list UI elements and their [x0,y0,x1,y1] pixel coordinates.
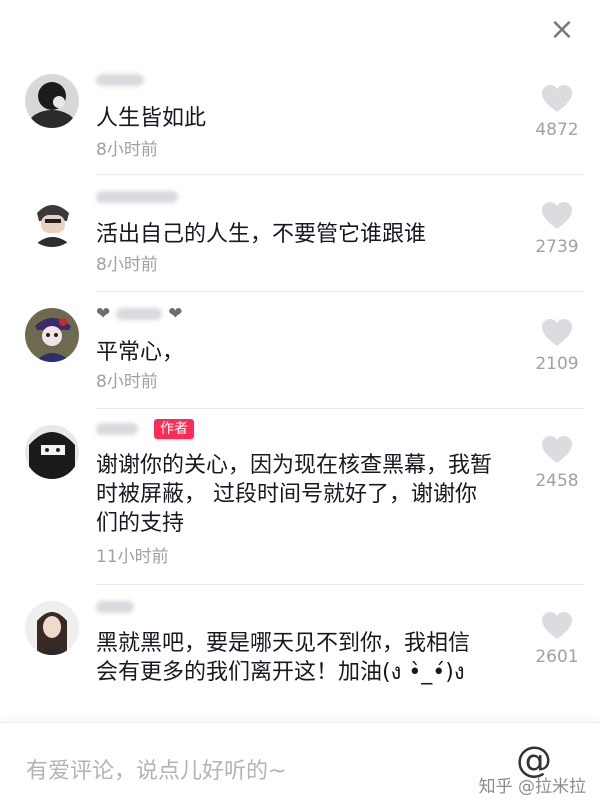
like-button[interactable]: 2458 [532,435,582,491]
like-count: 4872 [535,120,579,140]
username[interactable] [96,597,134,617]
avatar-image [25,193,79,247]
username[interactable]: 作者 [96,419,194,439]
like-count: 2739 [535,237,579,257]
comment-input[interactable]: 有爱评论，说点儿好听的~ [26,753,286,785]
comment-text: 活出自己的人生，不要管它谁跟谁 [96,222,427,247]
like-count: 2109 [535,354,579,374]
like-button[interactable]: 4872 [532,84,582,140]
username-blurred [96,74,144,86]
heart-icon [542,85,572,112]
comment-time: 11小时前 [96,547,169,567]
comment-item: 作者 谢谢你的关心，因为现在核查黑幕，我暂时被屏蔽， 过段时间号就好了，谢谢你们… [0,409,600,585]
username-heart-icon: ❤ [96,303,111,324]
username[interactable] [96,187,178,207]
username-heart-icon: ❤ [168,303,183,324]
username-blurred [96,601,134,613]
username-blurred [96,191,178,203]
comment-item: 活出自己的人生，不要管它谁跟谁 8小时前 2739 [0,175,600,292]
comment-item: ❤ ❤ 平常心， 8小时前 2109 [0,292,600,409]
comment-input-bar: 有爱评论，说点儿好听的~ @ 知乎 @拉米拉 [0,722,600,807]
comment-time: 8小时前 [96,140,158,160]
comment-item: 人生皆如此 8小时前 4872 [0,58,600,175]
heart-icon [542,612,572,639]
author-badge: 作者 [154,419,194,439]
like-count: 2458 [535,471,579,491]
avatar-image [25,601,79,655]
avatar[interactable] [25,601,79,655]
avatar[interactable] [25,308,79,362]
avatar[interactable] [25,425,79,479]
comment-time: 8小时前 [96,372,158,392]
heart-icon [542,436,572,463]
close-button[interactable]: × [546,14,578,46]
avatar-image [25,74,79,128]
comment-text: 人生皆如此 [96,106,207,131]
comment-text: 平常心， [96,340,185,365]
heart-icon [542,319,572,346]
heart-icon [542,202,572,229]
username-blurred [116,308,163,320]
avatar[interactable] [25,74,79,128]
like-button[interactable]: 2601 [532,611,582,667]
avatar[interactable] [25,193,79,247]
comment-item: 黑就黑吧，要是哪天见不到你，我相信会有更多的我们离开这！加油(ง •̀_•́)ง… [0,585,600,725]
watermark: 知乎 @拉米拉 [478,777,586,797]
comment-list: 人生皆如此 8小时前 4872 活出自己的人生，不要管它谁跟谁 8小时前 273… [0,58,600,725]
avatar-image [25,308,79,362]
username-blurred [96,423,138,435]
like-button[interactable]: 2109 [532,318,582,374]
comment-time: 8小时前 [96,255,158,275]
comment-text: 黑就黑吧，要是哪天见不到你，我相信会有更多的我们离开这！加油(ง •̀_•́)ง [96,631,471,685]
avatar-image [25,425,79,479]
close-icon: × [549,12,575,47]
username[interactable] [96,70,144,90]
comment-text: 谢谢你的关心，因为现在核查黑幕，我暂时被屏蔽， 过段时间号就好了，谢谢你们的支持 [96,453,493,536]
like-button[interactable]: 2739 [532,201,582,257]
username[interactable]: ❤ ❤ [96,304,183,324]
like-count: 2601 [535,647,579,667]
